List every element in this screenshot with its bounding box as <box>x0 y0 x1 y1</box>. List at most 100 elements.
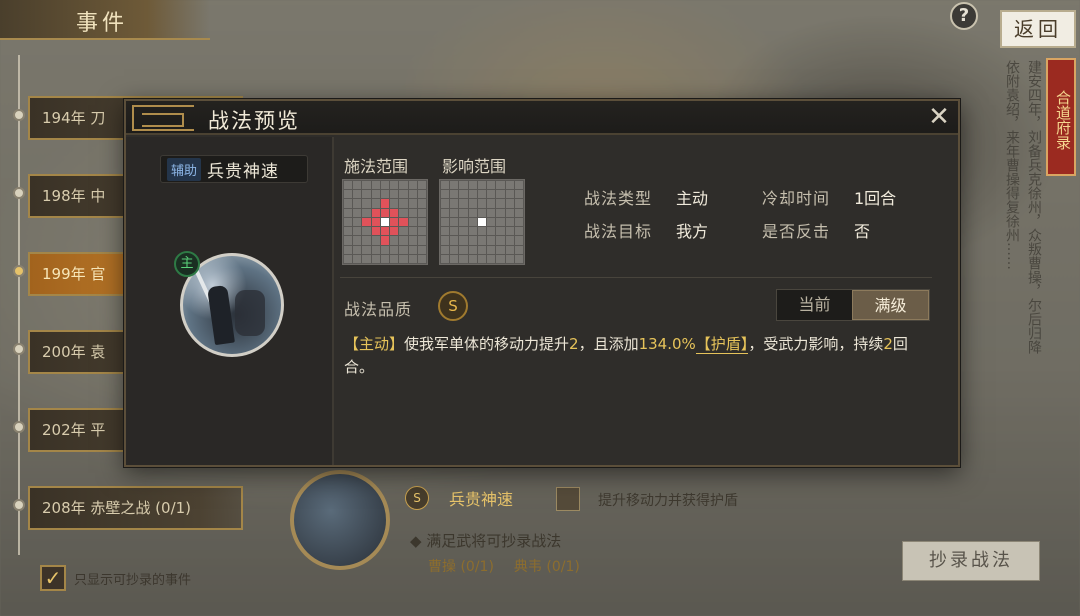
grid-cell <box>468 199 477 208</box>
grid-cell <box>417 208 426 217</box>
grid-cell <box>399 199 408 208</box>
grid-cell <box>477 236 487 245</box>
quality-icon: S <box>405 486 429 510</box>
grid-cell <box>487 199 496 208</box>
modal-header: 战法预览 ✕ <box>126 101 958 135</box>
grid-cell <box>353 245 362 254</box>
grid-cell <box>487 236 496 245</box>
tab-max-level[interactable]: 满级 <box>852 290 929 320</box>
grid-cell <box>505 236 514 245</box>
grid-cell <box>459 245 468 254</box>
grid-cell <box>417 217 426 227</box>
grid-cell <box>487 181 496 190</box>
grid-cell <box>371 190 380 199</box>
timeline-dot <box>13 499 25 511</box>
grid-cell <box>487 208 496 217</box>
timeline-dot <box>13 343 25 355</box>
grid-cell <box>505 217 514 227</box>
grid-cell <box>514 208 523 217</box>
grid-cell <box>390 236 399 245</box>
grid-cell <box>353 217 362 227</box>
grid-cell <box>362 217 371 227</box>
grid-cell <box>353 199 362 208</box>
grid-cell <box>362 245 371 254</box>
grid-cell <box>408 217 417 227</box>
grid-cell <box>477 199 487 208</box>
description-text: ，且添加 <box>578 335 639 353</box>
grid-cell <box>353 236 362 245</box>
grid-cell <box>344 217 353 227</box>
counter-label: 是否反击 <box>762 222 831 241</box>
event-tab[interactable]: 事件 <box>0 0 210 40</box>
grid-cell <box>408 181 417 190</box>
checkbox[interactable]: ✓ <box>40 565 66 591</box>
grid-cell <box>362 236 371 245</box>
grid-cell <box>344 181 353 190</box>
bottom-effect-text: 提升移动力并获得护盾 <box>598 493 738 509</box>
grid-cell <box>450 190 459 199</box>
tab-current-level[interactable]: 当前 <box>777 290 852 320</box>
event-tab-label: 事件 <box>76 11 129 36</box>
timeline-dot <box>13 421 25 433</box>
grid-cell <box>353 227 362 236</box>
grid-cell <box>390 199 399 208</box>
grid-cell <box>496 217 505 227</box>
grid-cell <box>380 227 390 236</box>
grid-cell <box>399 236 408 245</box>
skill-type-tag: 辅助 <box>167 157 202 181</box>
grid-cell <box>417 236 426 245</box>
grid-cell <box>487 190 496 199</box>
grid-cell <box>450 217 459 227</box>
back-button[interactable]: 返回 <box>1000 10 1076 48</box>
grid-cell <box>380 217 390 227</box>
grid-cell <box>371 217 380 227</box>
grid-cell <box>450 208 459 217</box>
copy-skill-button[interactable]: 抄录战法 <box>902 541 1040 581</box>
grid-cell <box>408 245 417 254</box>
grid-cell <box>468 245 477 254</box>
quality-label: 战法品质 <box>344 300 413 319</box>
grid-cell <box>362 181 371 190</box>
grid-cell <box>371 181 380 190</box>
grid-cell <box>390 227 399 236</box>
grid-cell <box>380 190 390 199</box>
grid-cell <box>487 245 496 254</box>
grid-cell <box>362 227 371 236</box>
grid-cell <box>441 181 450 190</box>
grid-cell <box>441 217 450 227</box>
help-button[interactable]: ? <box>950 2 978 30</box>
grid-cell <box>417 199 426 208</box>
soldier-figure <box>235 290 265 336</box>
side-ribbon[interactable]: 合道府录 <box>1046 58 1076 176</box>
level-toggle: 当前 满级 <box>776 289 930 321</box>
show-only-toggle[interactable]: ✓ 只显示可抄录的事件 <box>40 565 191 591</box>
description-text: ，受武力影响，持续 <box>748 335 884 353</box>
shield-value: 134.0% <box>638 335 696 353</box>
grid-cell <box>344 227 353 236</box>
grid-cell <box>344 208 353 217</box>
requirement-1: 曹操 (0/1) <box>428 559 494 575</box>
cast-range-label: 施法范围 <box>344 157 409 176</box>
grid-cell <box>459 208 468 217</box>
cast-range-grid <box>342 179 428 265</box>
grid-cell <box>362 199 371 208</box>
grid-cell <box>496 227 505 236</box>
grid-cell <box>380 208 390 217</box>
grid-cell <box>496 236 505 245</box>
counter-value: 否 <box>854 222 871 241</box>
close-button[interactable]: ✕ <box>926 104 952 131</box>
timeline-item[interactable]: 208年 赤壁之战 (0/1) <box>28 486 243 530</box>
grid-cell <box>496 199 505 208</box>
skill-summary-panel: 辅助 兵贵神速 主 <box>126 137 334 465</box>
skill-preview-modal: 战法预览 ✕ 辅助 兵贵神速 主 施法范围 影响范围 战法类型 主动 战法目标 … <box>124 99 960 467</box>
grid-cell <box>362 254 371 263</box>
grid-cell <box>468 227 477 236</box>
grid-cell <box>477 245 487 254</box>
modal-title: 战法预览 <box>208 109 300 133</box>
grid-cell <box>487 217 496 227</box>
grid-cell <box>344 245 353 254</box>
grid-cell <box>399 217 408 227</box>
shield-tag[interactable]: 【护盾】 <box>695 335 749 354</box>
grid-cell <box>505 181 514 190</box>
grid-cell <box>514 199 523 208</box>
